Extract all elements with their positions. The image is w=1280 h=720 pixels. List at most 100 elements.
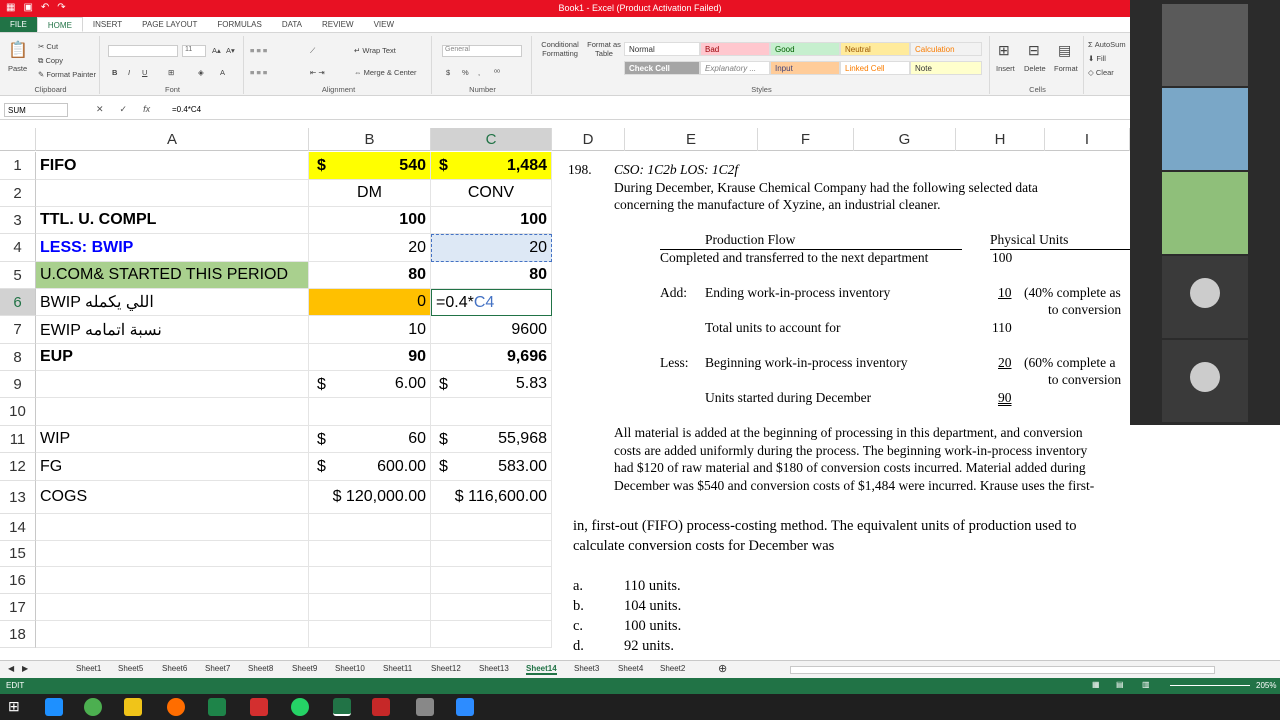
underline-button[interactable]: U [142, 68, 147, 77]
row-header[interactable]: 3 [0, 207, 36, 234]
tab-view[interactable]: VIEW [364, 17, 404, 32]
cell-c11[interactable]: 55,968 [431, 426, 552, 453]
zoom-meeting-icon[interactable] [456, 698, 474, 716]
normal-view-icon[interactable]: ▦ [1092, 680, 1100, 689]
pdf-reader-icon[interactable] [372, 698, 390, 716]
cell-c4[interactable]: 20 [431, 234, 552, 262]
cell-c9[interactable]: 5.83 [431, 371, 552, 398]
percent-button[interactable]: % [462, 68, 469, 77]
cancel-icon[interactable]: ✕ [96, 104, 104, 115]
cell-b17[interactable] [309, 594, 431, 621]
grow-font-icon[interactable]: A▴ [212, 46, 221, 55]
cell-b2[interactable]: DM [309, 180, 431, 207]
column-header-f[interactable]: F [758, 128, 854, 151]
sheet-nav-next-icon[interactable]: ▶ [22, 664, 28, 673]
sheet-tab-active[interactable]: Sheet14 [526, 664, 557, 675]
row-header[interactable]: 6 [0, 289, 36, 316]
row-header[interactable]: 12 [0, 453, 36, 481]
cell-b13[interactable]: $ 120,000.00 [309, 481, 431, 514]
column-header-i[interactable]: I [1045, 128, 1130, 151]
row-header[interactable]: 9 [0, 371, 36, 398]
format-as-table-button[interactable]: Format as Table [586, 40, 622, 58]
style-bad[interactable]: Bad [700, 42, 770, 56]
cell-a3[interactable]: TTL. U. COMPL [36, 207, 309, 234]
fx-icon[interactable]: fx [143, 104, 150, 115]
cell-b9[interactable]: 6.00 [309, 371, 431, 398]
wrap-text-button[interactable]: ↵ Wrap Text [354, 46, 396, 55]
sheet-tab[interactable]: Sheet13 [479, 664, 509, 673]
tab-home[interactable]: HOME [36, 17, 83, 32]
cell-b18[interactable] [309, 621, 431, 648]
firefox-icon[interactable] [167, 698, 185, 716]
delete-cells-button[interactable]: Delete [1024, 64, 1046, 73]
sheet-tab[interactable]: Sheet9 [292, 664, 317, 673]
participant-video[interactable] [1162, 4, 1248, 86]
cell-c13[interactable]: $ 116,600.00 [431, 481, 552, 514]
tab-formulas[interactable]: FORMULAS [207, 17, 271, 32]
font-size-box[interactable]: 11 [182, 45, 206, 57]
number-format-box[interactable]: General [442, 45, 522, 57]
enter-icon[interactable]: ✓ [120, 104, 128, 115]
style-check-cell[interactable]: Check Cell [624, 61, 700, 75]
cell-a10[interactable] [36, 398, 309, 426]
font-name-box[interactable] [108, 45, 178, 57]
fill-color-icon[interactable]: ◈ [198, 68, 204, 77]
new-sheet-icon[interactable]: ⊕ [718, 662, 727, 675]
cell-c7[interactable]: 9600 [431, 316, 552, 344]
cell-c6-editing[interactable]: =0.4* C4 [431, 289, 552, 316]
align-top-icon[interactable]: ≡ ≡ ≡ [250, 46, 267, 55]
column-header-g[interactable]: G [854, 128, 956, 151]
cell-b8[interactable]: 90 [309, 344, 431, 371]
sheet-tab[interactable]: Sheet3 [574, 664, 599, 673]
file-explorer-icon[interactable] [124, 698, 142, 716]
cell-a6[interactable]: BWIP اللي يكمله [36, 289, 309, 316]
cell-a1[interactable]: FIFO [36, 152, 309, 180]
orientation-icon[interactable]: ⟋ [310, 46, 315, 56]
chrome-browser-icon[interactable] [84, 698, 102, 716]
row-header[interactable]: 1 [0, 152, 36, 180]
cell-c5[interactable]: 80 [431, 262, 552, 289]
column-header-d[interactable]: D [552, 128, 625, 151]
insert-cells-button[interactable]: Insert [996, 64, 1015, 73]
cell-a12[interactable]: FG [36, 453, 309, 481]
sheet-tab[interactable]: Sheet8 [248, 664, 273, 673]
tab-file[interactable]: FILE [0, 17, 37, 32]
formula-input[interactable]: =0.4*C4 [172, 105, 201, 114]
row-header[interactable]: 14 [0, 514, 36, 541]
microphone-icon[interactable] [250, 698, 268, 716]
column-header-b[interactable]: B [309, 128, 431, 151]
windows-start-icon[interactable]: ⊞ [8, 698, 26, 716]
row-header[interactable]: 8 [0, 344, 36, 371]
style-normal[interactable]: Normal [624, 42, 700, 56]
row-header[interactable]: 7 [0, 316, 36, 344]
format-cells-button[interactable]: Format [1054, 64, 1078, 73]
cell-a8[interactable]: EUP [36, 344, 309, 371]
page-layout-icon[interactable]: ▤ [1116, 680, 1124, 689]
decimal-increase-icon[interactable]: ⁰⁰ [494, 68, 500, 77]
cell-a16[interactable] [36, 567, 309, 594]
cell-a14[interactable] [36, 514, 309, 541]
style-good[interactable]: Good [770, 42, 840, 56]
cell-c1[interactable]: 1,484 [431, 152, 552, 180]
app-icon[interactable] [208, 698, 226, 716]
sheet-tab[interactable]: Sheet2 [660, 664, 685, 673]
participant-avatar[interactable] [1162, 256, 1248, 338]
cell-b5[interactable]: 80 [309, 262, 431, 289]
cell-b1[interactable]: 540 [309, 152, 431, 180]
cell-a9[interactable] [36, 371, 309, 398]
participant-video[interactable] [1162, 88, 1248, 170]
sheet-tab[interactable]: Sheet1 [76, 664, 101, 673]
page-break-icon[interactable]: ▥ [1142, 680, 1150, 689]
row-header[interactable]: 11 [0, 426, 36, 453]
cell-b10[interactable] [309, 398, 431, 426]
column-header-c[interactable]: C [431, 128, 552, 151]
zoom-level[interactable]: 205% [1256, 681, 1276, 690]
cell-b11[interactable]: 60 [309, 426, 431, 453]
cell-c14[interactable] [431, 514, 552, 541]
fill-button[interactable]: ⬇ Fill [1088, 54, 1106, 63]
cut-button[interactable]: ✂ Cut [38, 42, 58, 51]
row-header[interactable]: 17 [0, 594, 36, 621]
row-header[interactable]: 16 [0, 567, 36, 594]
cell-b6[interactable]: 0 [309, 289, 431, 316]
cell-a18[interactable] [36, 621, 309, 648]
